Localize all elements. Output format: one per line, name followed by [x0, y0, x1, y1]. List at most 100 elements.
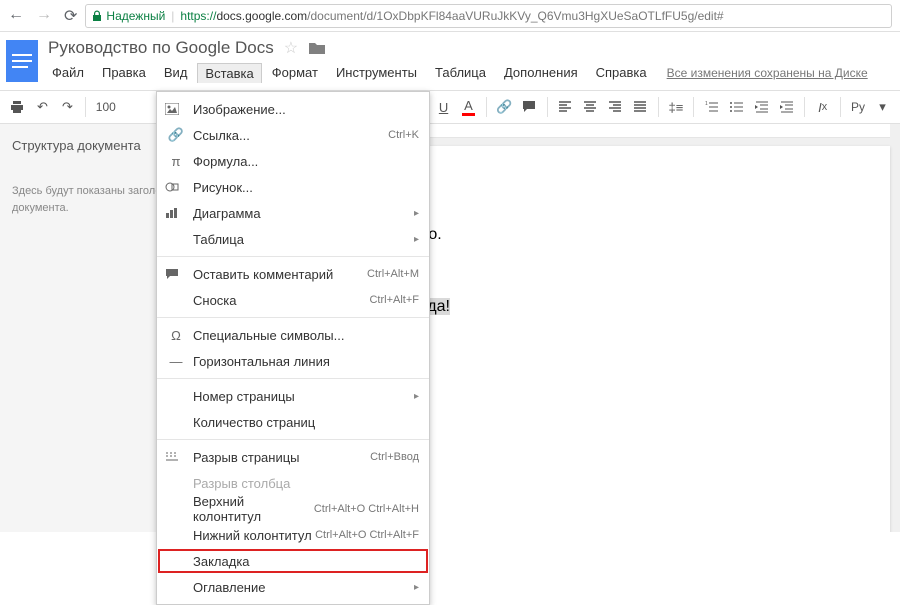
shortcut-label: Ctrl+Alt+M — [367, 268, 419, 280]
menu-item-label: Диаграмма — [187, 206, 414, 221]
insert-menu-item[interactable]: Закладка — [157, 548, 429, 574]
toolbar: ↶ ↷ 100 B I U A 🔗 ‡≡ 1 Ix Ру ▾ Изображен… — [0, 90, 900, 124]
menu-item-label: Ссылка... — [187, 128, 388, 143]
omega-icon: Ω — [165, 328, 187, 343]
insert-menu-item[interactable]: —Горизонтальная линия — [157, 348, 429, 374]
undo-icon[interactable]: ↶ — [31, 94, 54, 120]
browser-chrome: ← → ⟳ Надежный | https://docs.google.com… — [0, 0, 900, 32]
star-icon[interactable]: ☆ — [284, 38, 298, 58]
insert-menu-item[interactable]: Количество страниц — [157, 409, 429, 435]
menu-item-label: Оглавление — [187, 580, 414, 595]
menu-file[interactable]: Файл — [44, 62, 92, 83]
insert-menu-item[interactable]: Разрыв страницыCtrl+Ввод — [157, 444, 429, 470]
break-icon — [165, 451, 187, 463]
menu-table[interactable]: Таблица — [427, 62, 494, 83]
hr-icon: — — [165, 354, 187, 369]
insert-menu-item[interactable]: Номер страницы▸ — [157, 383, 429, 409]
reload-button[interactable]: ⟳ — [64, 6, 77, 26]
menu-edit[interactable]: Правка — [94, 62, 154, 83]
svg-text:1: 1 — [705, 101, 708, 107]
shortcut-label: Ctrl+Alt+O Ctrl+Alt+H — [314, 503, 419, 515]
menu-item-label: Разрыв страницы — [187, 450, 370, 465]
doc-title[interactable]: Руководство по Google Docs — [48, 38, 274, 58]
chart-icon — [165, 207, 187, 219]
link-icon[interactable]: 🔗 — [493, 94, 516, 120]
menu-item-label: Формула... — [187, 154, 419, 169]
insert-menu-item[interactable]: Верхний колонтитулCtrl+Alt+O Ctrl+Alt+H — [157, 496, 429, 522]
align-center-icon[interactable] — [579, 94, 602, 120]
menu-item-label: Разрыв столбца — [187, 476, 419, 491]
submenu-arrow-icon: ▸ — [414, 582, 419, 593]
menu-item-label: Рисунок... — [187, 180, 419, 195]
menu-item-label: Таблица — [187, 232, 414, 247]
line-spacing-icon[interactable]: ‡≡ — [664, 94, 687, 120]
insert-menu-item[interactable]: Таблица▸ — [157, 226, 429, 252]
insert-menu-item[interactable]: Оглавление▸ — [157, 574, 429, 600]
insert-menu-item[interactable]: СноскаCtrl+Alt+F — [157, 287, 429, 313]
image-icon — [165, 103, 187, 115]
address-bar[interactable]: Надежный | https://docs.google.com/docum… — [85, 4, 892, 28]
folder-icon[interactable] — [308, 41, 326, 55]
menu-format[interactable]: Формат — [264, 62, 326, 83]
menu-view[interactable]: Вид — [156, 62, 196, 83]
indent-increase-icon[interactable] — [775, 94, 798, 120]
numbered-list-icon[interactable]: 1 — [700, 94, 723, 120]
menu-tools[interactable]: Инструменты — [328, 62, 425, 83]
menu-item-label: Сноска — [187, 293, 369, 308]
comment-icon — [165, 268, 187, 280]
back-button[interactable]: ← — [8, 6, 24, 26]
menu-insert[interactable]: Вставка — [197, 63, 261, 83]
link-icon: 🔗 — [165, 127, 187, 143]
comment-icon[interactable] — [518, 94, 541, 120]
underline-icon[interactable]: U — [432, 94, 455, 120]
menu-item-label: Нижний колонтитул — [187, 528, 315, 543]
shortcut-label: Ctrl+K — [388, 129, 419, 141]
docs-logo[interactable] — [0, 32, 44, 90]
print-icon[interactable] — [6, 94, 29, 120]
chevron-down-icon[interactable]: ▾ — [871, 94, 894, 120]
menu-help[interactable]: Справка — [588, 62, 655, 83]
submenu-arrow-icon: ▸ — [414, 391, 419, 402]
drawing-icon — [165, 181, 187, 193]
submenu-arrow-icon: ▸ — [414, 234, 419, 245]
menu-item-label: Номер страницы — [187, 389, 414, 404]
shortcut-label: Ctrl+Ввод — [370, 451, 419, 463]
menu-bar: Файл Правка Вид Вставка Формат Инструмен… — [44, 58, 900, 89]
menu-item-label: Изображение... — [187, 102, 419, 117]
menu-item-label: Оставить комментарий — [187, 267, 367, 282]
pi-icon: π — [165, 154, 187, 169]
align-right-icon[interactable] — [604, 94, 627, 120]
zoom-level[interactable]: 100 — [92, 100, 120, 114]
url-text: https://docs.google.com/document/d/1OxDb… — [180, 9, 723, 23]
redo-icon[interactable]: ↷ — [56, 94, 79, 120]
bulleted-list-icon[interactable] — [725, 94, 748, 120]
menu-addons[interactable]: Дополнения — [496, 62, 586, 83]
insert-dropdown: Изображение...🔗Ссылка...Ctrl+KπФормула..… — [156, 91, 430, 605]
insert-menu-item[interactable]: Рисунок... — [157, 174, 429, 200]
menu-item-label: Верхний колонтитул — [187, 494, 314, 524]
secure-indicator: Надежный — [92, 9, 165, 23]
text-color-icon[interactable]: A — [457, 94, 480, 120]
shortcut-label: Ctrl+Alt+O Ctrl+Alt+F — [315, 529, 419, 541]
insert-menu-item[interactable]: πФормула... — [157, 148, 429, 174]
insert-menu-item[interactable]: ΩСпециальные символы... — [157, 322, 429, 348]
menu-item-label: Количество страниц — [187, 415, 419, 430]
submenu-arrow-icon: ▸ — [414, 208, 419, 219]
insert-menu-item[interactable]: Диаграмма▸ — [157, 200, 429, 226]
clear-formatting-icon[interactable]: Ix — [811, 94, 834, 120]
insert-menu-item[interactable]: Изображение... — [157, 96, 429, 122]
insert-menu-item[interactable]: Нижний колонтитулCtrl+Alt+O Ctrl+Alt+F — [157, 522, 429, 548]
align-left-icon[interactable] — [554, 94, 577, 120]
align-justify-icon[interactable] — [629, 94, 652, 120]
menu-item-label: Горизонтальная линия — [187, 354, 419, 369]
insert-menu-item[interactable]: 🔗Ссылка...Ctrl+K — [157, 122, 429, 148]
shortcut-label: Ctrl+Alt+F — [369, 294, 419, 306]
indent-decrease-icon[interactable] — [750, 94, 773, 120]
insert-menu-item: Разрыв столбца — [157, 470, 429, 496]
save-status[interactable]: Все изменения сохранены на Диске — [667, 66, 868, 80]
menu-item-label: Специальные символы... — [187, 328, 419, 343]
insert-menu-item[interactable]: Оставить комментарийCtrl+Alt+M — [157, 261, 429, 287]
menu-item-label: Закладка — [187, 554, 419, 569]
input-tools[interactable]: Ру — [847, 100, 869, 114]
forward-button[interactable]: → — [36, 6, 52, 26]
